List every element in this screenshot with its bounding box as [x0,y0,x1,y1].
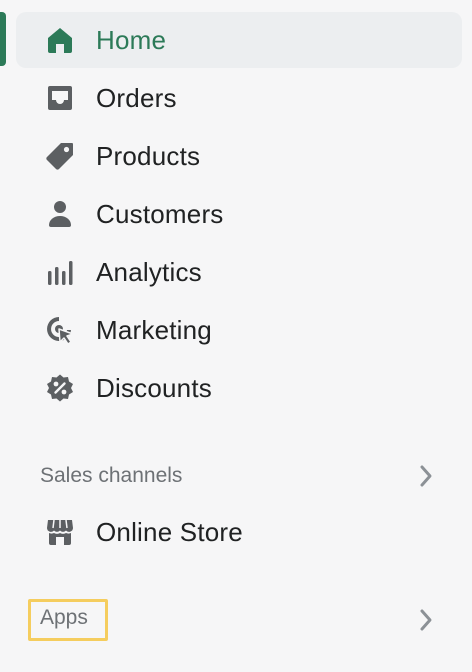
sidebar-item-online-store[interactable]: Online Store [16,504,462,560]
home-icon [44,24,76,56]
bar-chart-icon [44,256,76,288]
sidebar-item-home[interactable]: Home [16,12,462,68]
sidebar-item-label: Home [96,24,167,55]
tag-icon [44,140,76,172]
sidebar-item-customers[interactable]: Customers [16,186,462,242]
sidebar-item-label: Orders [96,82,177,113]
sidebar-item-label: Customers [96,198,224,229]
target-cursor-icon [44,314,76,346]
person-icon [44,198,76,230]
sidebar-item-label: Discounts [96,372,212,403]
sidebar-item-marketing[interactable]: Marketing [16,302,462,358]
apps-title[interactable]: Apps [40,606,88,630]
sales-channels-title: Sales channels [40,464,183,487]
sidebar-item-discounts[interactable]: Discounts [16,360,462,416]
sidebar-item-orders[interactable]: Orders [16,70,462,126]
sidebar-item-products[interactable]: Products [16,128,462,184]
sidebar-item-analytics[interactable]: Analytics [16,244,462,300]
apps-chevron-right-icon[interactable] [414,606,438,634]
sales-channels-chevron-right-icon[interactable] [414,462,438,490]
percent-badge-icon [44,372,76,404]
orders-inbox-icon [44,82,76,114]
sidebar-item-label: Products [96,140,201,171]
active-indicator [0,12,6,66]
storefront-icon [44,516,76,548]
sidebar-item-label: Online Store [96,516,243,547]
sidebar-item-label: Marketing [96,314,212,345]
sidebar-item-label: Analytics [96,256,202,287]
sidebar-nav: Home Orders Products Customers Analytics… [0,0,472,672]
